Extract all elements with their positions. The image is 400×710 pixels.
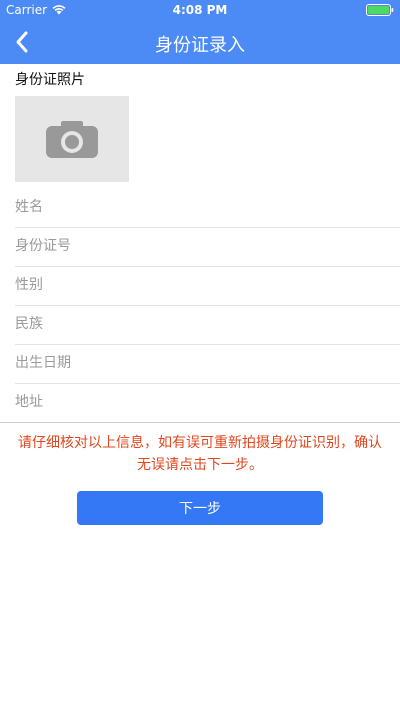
id-photo-label: 身份证照片 <box>15 72 85 88</box>
birth-date-field-row <box>15 345 400 384</box>
page-title: 身份证录入 <box>155 35 245 56</box>
name-input[interactable] <box>15 189 385 225</box>
navigation-bar: 身份证录入 <box>0 20 400 64</box>
id-number-input[interactable] <box>15 228 385 264</box>
verification-notice: 请仔细核对以上信息，如有误可重新拍摄身份证识别，确认无误请点击下一步。 <box>18 435 382 473</box>
status-bar: Carrier 4:08 PM <box>0 0 400 20</box>
next-step-button[interactable]: 下一步 <box>77 491 323 525</box>
status-time: 4:08 PM <box>172 3 228 17</box>
battery-icon <box>366 4 394 16</box>
gender-field-row <box>15 267 400 306</box>
camera-icon <box>46 121 98 158</box>
id-info-form <box>0 189 400 423</box>
address-field-row <box>0 384 400 423</box>
birth-date-input[interactable] <box>15 345 385 381</box>
name-field-row <box>15 189 400 228</box>
ethnicity-input[interactable] <box>15 306 385 342</box>
gender-input[interactable] <box>15 267 385 303</box>
ethnicity-field-row <box>15 306 400 345</box>
address-input[interactable] <box>15 384 385 420</box>
id-photo-upload[interactable] <box>15 96 129 182</box>
id-number-field-row <box>15 228 400 267</box>
